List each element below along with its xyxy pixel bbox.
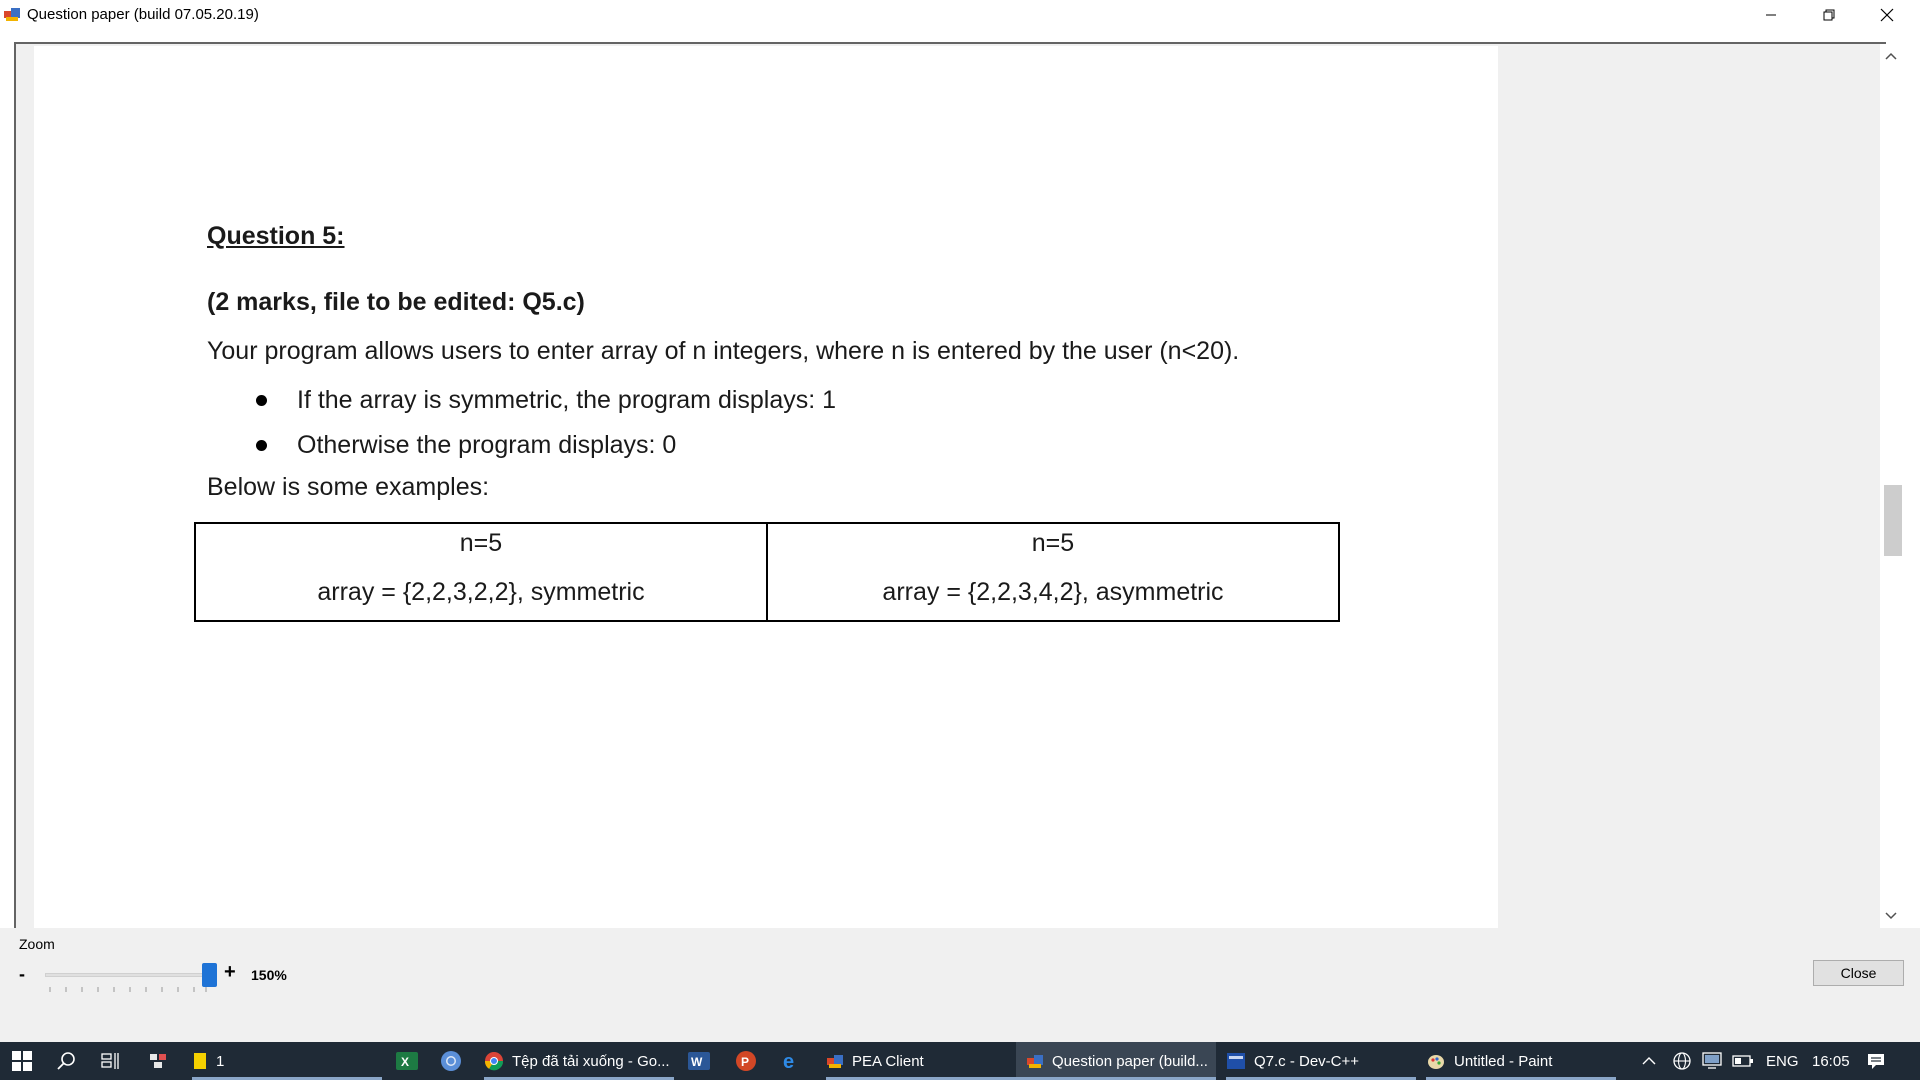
question-paper-icon	[1027, 1055, 1043, 1068]
restore-button[interactable]	[1800, 0, 1858, 29]
tray-language[interactable]: ENG	[1766, 1053, 1799, 1070]
search-button[interactable]	[56, 1042, 88, 1080]
taskbar-item-question-paper[interactable]: Question paper (build...	[1016, 1042, 1216, 1080]
tray-display[interactable]	[1702, 1042, 1724, 1080]
question-marks: (2 marks, file to be edited: Q5.c)	[207, 288, 585, 316]
pea-client-icon	[827, 1055, 843, 1068]
svg-text:X: X	[401, 1055, 409, 1069]
network-app-icon	[150, 1054, 166, 1068]
example-array: array = {2,2,3,4,2}, asymmetric	[882, 578, 1224, 606]
paint-icon	[1428, 1055, 1444, 1069]
taskbar-item-edge[interactable]: e	[781, 1042, 813, 1080]
monitor-icon	[1702, 1052, 1722, 1069]
zoom-slider-ticks	[49, 987, 207, 992]
taskbar-item-chrome[interactable]	[440, 1042, 472, 1080]
examples-intro: Below is some examples:	[207, 473, 490, 501]
close-window-button[interactable]	[1858, 0, 1916, 29]
taskbar-item-devcpp[interactable]: Q7.c - Dev-C++	[1226, 1042, 1416, 1080]
document-page: Question 5: (2 marks, file to be edited:…	[34, 46, 1498, 928]
scroll-down-button[interactable]	[1882, 908, 1900, 924]
notification-icon	[1868, 1054, 1884, 1069]
tray-show-hidden-button[interactable]	[1642, 1042, 1662, 1080]
bullet-item: If the array is symmetric, the program d…	[256, 386, 836, 415]
powerpoint-icon: P	[736, 1051, 756, 1071]
excel-icon: X	[396, 1052, 418, 1070]
close-icon	[1880, 8, 1894, 21]
document-viewport[interactable]: Question 5: (2 marks, file to be edited:…	[14, 42, 1886, 928]
example-array: array = {2,2,3,2,2}, symmetric	[317, 578, 645, 606]
svg-text:P: P	[741, 1055, 749, 1069]
minimize-icon	[1766, 14, 1776, 15]
taskbar-item-excel[interactable]: X	[396, 1042, 428, 1080]
chevron-down-icon	[1885, 912, 1897, 920]
zoom-label: Zoom	[19, 936, 55, 952]
chrome-icon	[484, 1052, 504, 1071]
bullet-item: Otherwise the program displays: 0	[256, 431, 676, 460]
windows-icon	[12, 1051, 32, 1071]
zoom-in-button[interactable]: +	[224, 961, 236, 984]
scrollbar-thumb[interactable]	[1884, 485, 1902, 556]
taskbar-item-word[interactable]: W	[688, 1042, 720, 1080]
taskbar-item-paint[interactable]: Untitled - Paint	[1426, 1042, 1616, 1080]
zoom-panel	[0, 928, 1920, 1042]
close-button[interactable]: Close	[1813, 960, 1904, 986]
minimize-button[interactable]	[1742, 0, 1800, 29]
zoom-out-button[interactable]: -	[19, 964, 25, 985]
battery-icon	[1732, 1055, 1753, 1067]
taskbar-item-chrome-downloads[interactable]: Tệp đã tải xuống - Go...	[484, 1042, 674, 1080]
taskbar-label: Q7.c - Dev-C++	[1254, 1052, 1360, 1070]
scroll-up-button[interactable]	[1882, 48, 1900, 64]
taskbar-label: 1	[216, 1052, 225, 1070]
taskbar-label: Question paper (build...	[1052, 1052, 1208, 1070]
action-center-button[interactable]	[1866, 1042, 1896, 1080]
question-title: Question 5:	[207, 222, 345, 250]
question-content: Question 5: (2 marks, file to be edited:…	[34, 46, 1498, 928]
svg-text:e: e	[783, 1051, 794, 1071]
devcpp-icon	[1227, 1053, 1245, 1069]
taskbar-item-pea-client[interactable]: PEA Client	[826, 1042, 1016, 1080]
example-n: n=5	[1031, 529, 1075, 557]
example-cell: n=5 array = {2,2,3,4,2}, asymmetric	[766, 524, 1338, 620]
question-description: Your program allows users to enter array…	[207, 337, 1240, 365]
zoom-slider-thumb[interactable]	[202, 963, 217, 987]
word-icon: W	[688, 1052, 710, 1070]
app-icon	[4, 8, 20, 21]
zoom-slider-track[interactable]	[45, 973, 210, 977]
zoom-value: 150%	[251, 967, 287, 983]
chrome-icon	[441, 1051, 461, 1071]
taskbar: 1 X Tệp đã tải xuống - Go... W P e PEA C…	[0, 1042, 1920, 1080]
tray-battery[interactable]	[1732, 1042, 1756, 1080]
bullet-text: If the array is symmetric, the program d…	[297, 386, 837, 414]
sticky-notes-icon	[194, 1053, 206, 1069]
taskbar-label: PEA Client	[852, 1052, 924, 1070]
taskbar-item-powerpoint[interactable]: P	[735, 1042, 767, 1080]
globe-icon	[1673, 1052, 1691, 1070]
task-view-icon	[101, 1053, 119, 1069]
examples-table: n=5 array = {2,2,3,2,2}, symmetric n=5 a…	[194, 522, 1340, 622]
bullet-text: Otherwise the program displays: 0	[297, 431, 677, 459]
bullet-icon	[256, 440, 267, 451]
example-cell: n=5 array = {2,2,3,2,2}, symmetric	[196, 524, 766, 620]
edge-icon: e	[783, 1051, 794, 1071]
taskbar-label: Untitled - Paint	[1454, 1052, 1553, 1070]
taskbar-label: Tệp đã tải xuống - Go...	[512, 1052, 670, 1070]
bullet-icon	[256, 395, 267, 406]
taskbar-app-pinned[interactable]	[148, 1042, 180, 1080]
tray-clock[interactable]: 16:05	[1812, 1053, 1850, 1070]
window-title: Question paper (build 07.05.20.19)	[27, 6, 259, 23]
chevron-up-icon	[1885, 52, 1897, 60]
task-view-button[interactable]	[100, 1042, 132, 1080]
chevron-up-icon	[1642, 1057, 1656, 1065]
start-button[interactable]	[12, 1042, 46, 1080]
search-icon	[57, 1052, 75, 1070]
restore-icon	[1823, 9, 1835, 20]
taskbar-item-sticky-notes[interactable]: 1	[192, 1042, 382, 1080]
example-n: n=5	[459, 529, 503, 557]
tray-network[interactable]	[1672, 1042, 1694, 1080]
title-bar: Question paper (build 07.05.20.19)	[0, 0, 1920, 29]
svg-text:W: W	[691, 1055, 703, 1069]
